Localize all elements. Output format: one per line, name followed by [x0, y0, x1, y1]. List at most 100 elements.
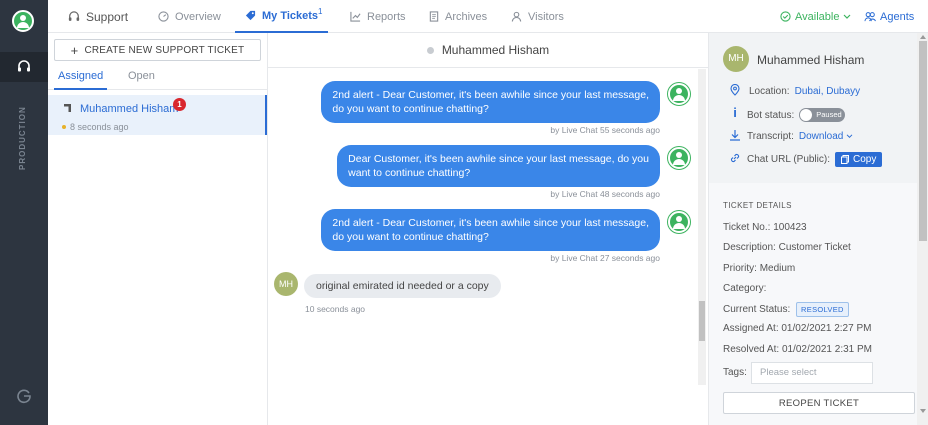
bot-status-label: Bot status: — [747, 109, 795, 121]
pending-dot-icon — [62, 125, 66, 129]
transcript-download-label: Download — [798, 131, 844, 142]
customer-name: Muhammed Hisham — [757, 53, 865, 67]
nav-archives[interactable]: Archives — [429, 0, 487, 33]
incoming-message: original emirated id needed or a copy — [304, 274, 501, 298]
chevron-down-icon — [846, 134, 853, 139]
download-icon — [730, 130, 740, 141]
bot-status-toggle[interactable]: Paused — [799, 108, 846, 122]
agents-icon — [864, 12, 876, 22]
ticket-details-heading: TICKET DETAILS — [723, 201, 792, 210]
location-value: Dubai, Dubayy — [794, 86, 861, 97]
left-rail: PRODUCTION — [0, 0, 48, 425]
user-icon — [511, 11, 522, 22]
resolved-at-label: Resolved At: — [723, 344, 780, 355]
chat-scrollbar[interactable] — [698, 69, 706, 385]
tab-my-tickets-label: My Tickets — [262, 9, 319, 22]
message-text-line: 2nd alert - Dear Customer, it's been awh… — [332, 89, 649, 101]
nav-reports[interactable]: Reports — [350, 0, 406, 33]
transcript-label: Transcript: — [747, 131, 794, 142]
message-meta: by Live Chat 27 seconds ago — [550, 253, 660, 263]
create-ticket-button[interactable]: + CREATE NEW SUPPORT TICKET — [54, 39, 261, 61]
agents-label: Agents — [880, 10, 915, 23]
message-meta: by Live Chat 55 seconds ago — [550, 125, 660, 135]
outgoing-message: 2nd alert - Dear Customer, it's been awh… — [321, 209, 660, 251]
tab-open[interactable]: Open — [128, 70, 155, 90]
nav-visitors[interactable]: Visitors — [511, 0, 564, 33]
ticket-type-icon — [64, 104, 71, 112]
bot-status-row: Bot status: Paused — [747, 108, 846, 122]
incoming-message-time: 10 seconds ago — [305, 304, 366, 314]
agents-link[interactable]: Agents — [864, 0, 914, 33]
ticket-no-label: Ticket No.: — [723, 222, 771, 233]
details-scrollbar[interactable] — [917, 33, 928, 425]
chevron-down-icon — [844, 14, 851, 19]
outgoing-message: 2nd alert - Dear Customer, it's been awh… — [321, 81, 660, 123]
production-text: PRODUCTION — [18, 106, 27, 170]
ticket-row[interactable]: Muhammed Hisham 1 8 seconds ago — [48, 95, 267, 135]
outgoing-message: Dear Customer, it's been awhile since yo… — [337, 145, 660, 187]
message-text-line: 2nd alert - Dear Customer, it's been awh… — [332, 217, 649, 229]
offline-dot-icon — [426, 46, 434, 54]
ticket-icon — [245, 10, 256, 21]
nav-support-label: Support — [86, 9, 129, 24]
reopen-ticket-button[interactable]: REOPEN TICKET — [723, 392, 915, 414]
customer-avatar: MH — [274, 272, 298, 296]
nav-support[interactable]: Support — [68, 0, 128, 33]
ticket-no-row: Ticket No.: 100423 — [723, 222, 807, 233]
headset-icon[interactable] — [0, 52, 48, 82]
chat-panel: Muhammed Hisham 2nd alert - Dear Custome… — [268, 33, 708, 425]
description-label: Description: — [723, 242, 776, 253]
location-pin-icon — [730, 84, 740, 96]
assigned-at-label: Assigned At: — [723, 323, 779, 334]
copy-url-button[interactable]: Copy — [835, 152, 883, 167]
chat-messages[interactable]: 2nd alert - Dear Customer, it's been awh… — [268, 69, 708, 385]
logo-icon[interactable] — [12, 10, 34, 32]
nav-overview-label: Overview — [175, 10, 221, 23]
copy-label: Copy — [853, 154, 877, 165]
chart-icon — [350, 11, 361, 22]
g-logo-icon[interactable] — [16, 388, 32, 404]
category-row: Category: — [723, 283, 766, 294]
tags-select[interactable]: Please select — [751, 362, 873, 384]
bot-status-value: Paused — [816, 110, 842, 119]
resolved-at-row: Resolved At: 01/02/2021 2:31 PM — [723, 344, 872, 355]
customer-info: MH Muhammed Hisham Location: Dubai, Duba… — [709, 33, 917, 183]
chat-header-name: Muhammed Hisham — [441, 43, 550, 57]
nav-archives-label: Archives — [445, 10, 488, 23]
unread-badge: 1 — [173, 98, 186, 111]
resolved-at-value: 01/02/2021 2:31 PM — [781, 344, 873, 355]
message-text-line: want to continue chatting? — [348, 167, 471, 179]
check-circle-icon — [780, 11, 791, 22]
transcript-row: Transcript: Download — [747, 131, 853, 142]
details-panel: MH Muhammed Hisham Location: Dubai, Duba… — [708, 33, 928, 425]
tab-assigned[interactable]: Assigned — [54, 70, 108, 90]
message-meta: by Live Chat 48 seconds ago — [550, 189, 660, 199]
transcript-download-link[interactable]: Download — [799, 131, 853, 142]
ticket-time-label: 8 seconds ago — [70, 122, 129, 132]
ticket-list-panel: + CREATE NEW SUPPORT TICKET Assigned Ope… — [48, 33, 268, 425]
message-text-line: Dear Customer, it's been awhile since yo… — [348, 153, 649, 165]
production-label: PRODUCTION — [7, 106, 41, 170]
customer-avatar: MH — [723, 46, 749, 72]
tags-label: Tags: — [723, 367, 747, 378]
priority-row: Priority: Medium — [723, 263, 795, 274]
priority-value: Medium — [759, 263, 796, 274]
chat-header: Muhammed Hisham — [268, 33, 708, 68]
category-label: Category: — [723, 283, 767, 294]
document-icon — [429, 11, 439, 22]
message-text-line: do you want to continue chatting? — [332, 231, 489, 243]
tab-my-tickets[interactable]: My Tickets — [235, 0, 329, 33]
info-icon: i — [733, 105, 737, 120]
chat-url-label: Chat URL (Public): — [747, 154, 830, 165]
status-row: Current Status: RESOLVED — [723, 302, 849, 317]
nav-visitors-label: Visitors — [528, 10, 564, 23]
nav-overview[interactable]: Overview — [158, 0, 221, 33]
status-badge: RESOLVED — [796, 302, 849, 317]
availability-dropdown[interactable]: Available — [780, 0, 851, 33]
assigned-at-row: Assigned At: 01/02/2021 2:27 PM — [723, 323, 871, 334]
description-value: Customer Ticket — [778, 242, 851, 253]
description-row: Description: Customer Ticket — [723, 242, 851, 253]
bot-avatar-icon — [668, 83, 690, 105]
nav-reports-label: Reports — [367, 10, 406, 23]
availability-label: Available — [795, 10, 840, 23]
